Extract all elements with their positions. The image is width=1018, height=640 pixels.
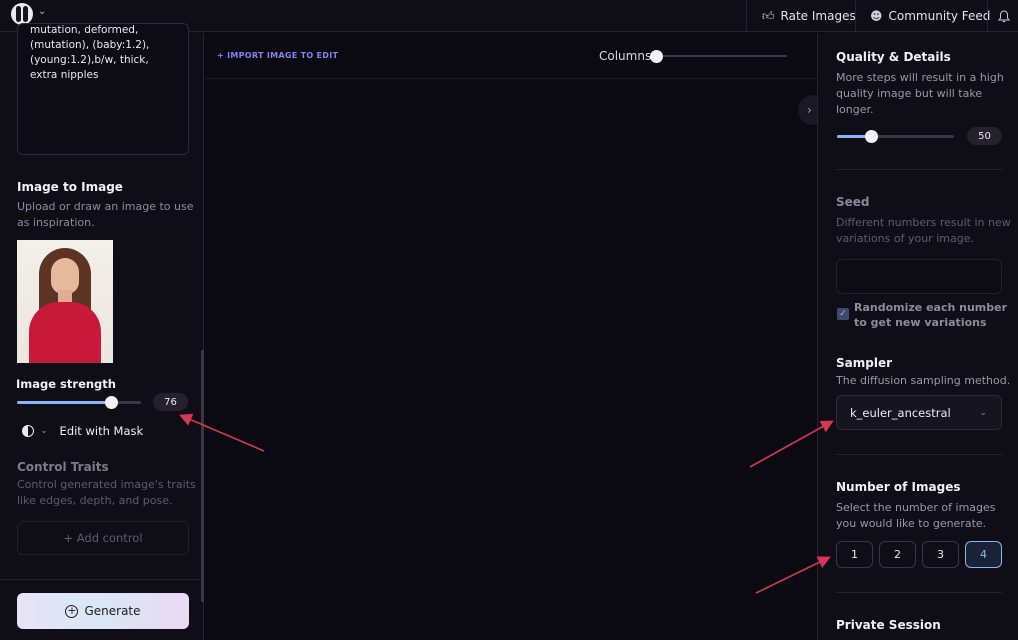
right-panel: Quality & Details More steps will result… bbox=[817, 33, 1018, 640]
divider bbox=[836, 592, 1002, 593]
image-to-image-title: Image to Image bbox=[17, 180, 123, 194]
chevron-down-icon[interactable]: ⌄ bbox=[38, 6, 46, 17]
quality-slider[interactable] bbox=[837, 130, 954, 143]
bell-icon bbox=[998, 9, 1010, 22]
control-traits-title: Control Traits bbox=[17, 460, 109, 474]
image-strength-slider[interactable] bbox=[17, 396, 141, 409]
edit-with-mask-label: Edit with Mask bbox=[59, 424, 144, 438]
image-to-image-description: Upload or draw an image to use as inspir… bbox=[17, 200, 194, 229]
sampler-description: The diffusion sampling method. bbox=[836, 374, 1011, 387]
private-session-title: Private Session bbox=[836, 618, 941, 632]
slider-fill bbox=[17, 401, 111, 404]
rate-images-label: Rate Images bbox=[780, 9, 856, 23]
divider bbox=[0, 579, 204, 580]
divider bbox=[836, 454, 1002, 455]
num-images-option-1[interactable]: 1 bbox=[836, 541, 873, 568]
slider-handle[interactable] bbox=[650, 50, 663, 63]
divider bbox=[987, 0, 988, 32]
sampler-title: Sampler bbox=[836, 356, 893, 370]
notifications-button[interactable] bbox=[998, 0, 1010, 32]
columns-label: Columns bbox=[599, 49, 652, 63]
thumbs-up-icon: 👍︎ bbox=[762, 8, 775, 23]
import-image-link[interactable]: + IMPORT IMAGE TO EDIT bbox=[217, 51, 338, 60]
image-strength-label: Image strength bbox=[16, 377, 116, 391]
divider bbox=[746, 0, 747, 32]
quality-value[interactable]: 50 bbox=[967, 127, 1002, 145]
quality-description: More steps will result in a high quality… bbox=[836, 71, 1004, 116]
plus-circle-icon: + bbox=[65, 603, 79, 618]
rate-images-button[interactable]: 👍︎ Rate Images bbox=[762, 0, 856, 32]
generate-label: Generate bbox=[84, 604, 141, 618]
app-logo[interactable] bbox=[11, 3, 33, 25]
quality-title: Quality & Details bbox=[836, 50, 951, 64]
generate-button[interactable]: + Generate bbox=[17, 593, 189, 629]
slider-handle[interactable] bbox=[865, 130, 878, 143]
chevron-down-icon[interactable]: ⌄ bbox=[40, 426, 48, 436]
users-icon: ☻ bbox=[870, 9, 883, 23]
image-strength-value[interactable]: 76 bbox=[153, 393, 188, 411]
chevron-down-icon: ⌄ bbox=[979, 407, 987, 418]
slider-handle[interactable] bbox=[105, 396, 118, 409]
sampler-select[interactable]: k_euler_ancestral ⌄ bbox=[836, 395, 1002, 430]
control-traits-description: Control generated image's traits like ed… bbox=[17, 478, 196, 507]
sampler-selected-value: k_euler_ancestral bbox=[850, 405, 951, 420]
add-control-button[interactable]: + Add control bbox=[17, 521, 189, 555]
number-of-images-title: Number of Images bbox=[836, 480, 961, 494]
num-images-option-2[interactable]: 2 bbox=[879, 541, 916, 568]
randomize-checkbox[interactable]: ✓ bbox=[837, 308, 849, 320]
seed-title: Seed bbox=[836, 195, 870, 209]
divider bbox=[836, 169, 1002, 170]
seed-input[interactable] bbox=[836, 259, 1002, 294]
edit-with-mask-row[interactable]: ⌄ Edit with Mask bbox=[22, 424, 143, 438]
divider bbox=[855, 0, 856, 32]
num-images-option-4[interactable]: 4 bbox=[965, 541, 1002, 568]
input-image-thumbnail[interactable] bbox=[17, 240, 113, 363]
negative-prompt-textarea[interactable]: mutation, deformed, (mutation), (baby:1.… bbox=[17, 23, 189, 155]
num-images-option-3[interactable]: 3 bbox=[922, 541, 959, 568]
canvas-toolbar: + IMPORT IMAGE TO EDIT Columns bbox=[205, 33, 817, 79]
columns-slider[interactable] bbox=[650, 50, 787, 63]
image-canvas-area: + IMPORT IMAGE TO EDIT Columns › bbox=[205, 33, 824, 640]
randomize-label: Randomize each number to get new variati… bbox=[854, 301, 1008, 329]
negative-prompt-text: mutation, deformed, (mutation), (baby:1.… bbox=[30, 24, 150, 81]
contrast-icon bbox=[22, 425, 34, 437]
community-feed-label: Community Feed bbox=[888, 9, 991, 23]
left-panel: mutation, deformed, (mutation), (baby:1.… bbox=[0, 23, 204, 640]
left-panel-scrollbar[interactable] bbox=[201, 350, 204, 602]
seed-description: Different numbers result in new variatio… bbox=[836, 216, 1011, 245]
community-feed-button[interactable]: ☻ Community Feed bbox=[870, 0, 990, 32]
chevron-right-icon: › bbox=[807, 103, 812, 117]
number-of-images-description: Select the number of images you would li… bbox=[836, 501, 996, 530]
